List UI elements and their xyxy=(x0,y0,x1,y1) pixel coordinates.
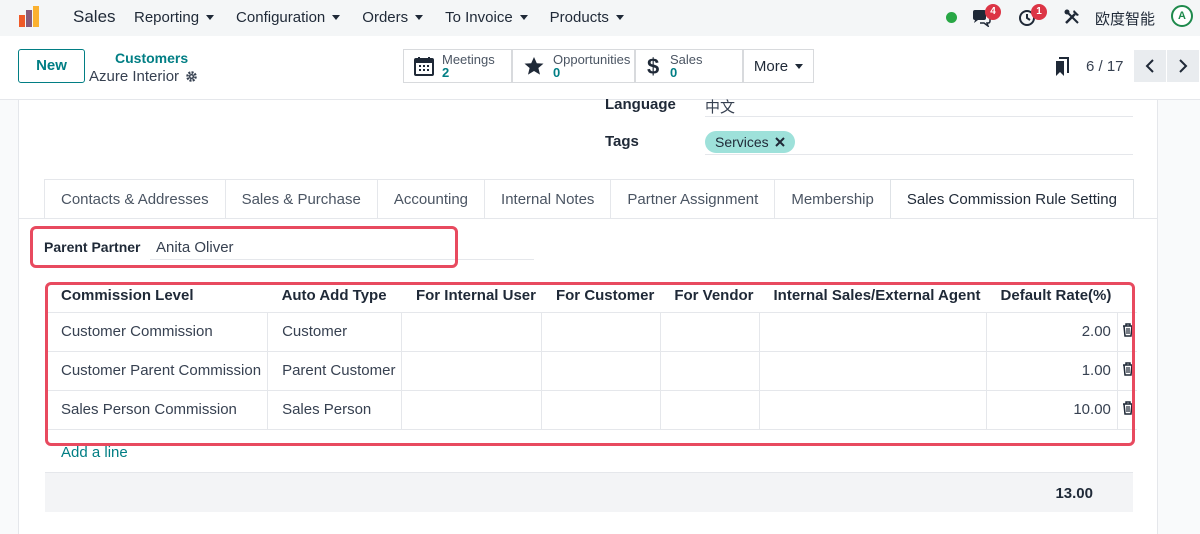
main-menu: Reporting Configuration Orders To Invoic… xyxy=(134,9,646,26)
company-name[interactable]: 欧度智能 xyxy=(1095,8,1155,29)
tab-internal-notes[interactable]: Internal Notes xyxy=(484,179,611,219)
menu-products[interactable]: Products xyxy=(550,9,624,26)
caret-down-icon xyxy=(332,15,341,20)
caret-down-icon xyxy=(795,63,804,69)
caret-down-icon xyxy=(615,15,624,20)
opportunities-button[interactable]: Opportunities 0 xyxy=(512,49,635,83)
top-navbar: Sales Reporting Configuration Orders To … xyxy=(0,0,1200,36)
record-name: Azure Interior xyxy=(89,68,180,85)
caret-down-icon xyxy=(519,15,528,20)
pager-value[interactable]: 6 / 17 xyxy=(1086,58,1124,75)
breadcrumb-customers[interactable]: Customers xyxy=(115,50,188,66)
online-status-dot xyxy=(946,12,957,23)
chevron-right-icon xyxy=(1179,59,1188,73)
gear-icon[interactable] xyxy=(185,70,198,83)
app-name[interactable]: Sales xyxy=(73,7,116,27)
stat-value: 0 xyxy=(670,65,678,80)
menu-label: Orders xyxy=(362,9,409,26)
more-button[interactable]: More xyxy=(743,49,814,83)
stat-label: Meetings xyxy=(442,52,495,67)
sales-button[interactable]: $ Sales 0 xyxy=(635,49,743,83)
pager-previous-button[interactable] xyxy=(1134,50,1166,82)
meetings-button[interactable]: Meetings 2 xyxy=(403,49,512,83)
bookmark-icon[interactable] xyxy=(1054,57,1070,77)
language-underline xyxy=(705,116,1133,117)
language-label: Language xyxy=(605,96,676,113)
stat-label: Opportunities xyxy=(553,52,631,67)
tab-contacts-addresses[interactable]: Contacts & Addresses xyxy=(44,179,225,219)
activities-badge: 1 xyxy=(1031,4,1047,20)
star-icon xyxy=(523,56,545,76)
tag-label: Services xyxy=(715,134,769,150)
tab-accounting[interactable]: Accounting xyxy=(376,179,485,219)
notebook-tabs: Contacts & Addresses Sales & Purchase Ac… xyxy=(44,179,1134,219)
add-a-line-link[interactable]: Add a line xyxy=(61,444,128,461)
language-field[interactable]: 中文 xyxy=(705,96,735,117)
calendar-icon xyxy=(414,56,434,76)
highlight-box-commission-table xyxy=(45,282,1135,446)
svg-text:$: $ xyxy=(647,54,659,78)
messages-badge: 4 xyxy=(985,4,1001,20)
tabs-divider xyxy=(18,218,1158,219)
tags-underline xyxy=(705,154,1133,155)
dollar-icon: $ xyxy=(646,54,662,78)
pager-next-button[interactable] xyxy=(1167,50,1199,82)
tag-services[interactable]: Services xyxy=(705,131,795,153)
tab-sales-commission-rule-setting[interactable]: Sales Commission Rule Setting xyxy=(889,179,1134,219)
stat-value: 2 xyxy=(442,65,450,80)
menu-to-invoice[interactable]: To Invoice xyxy=(445,9,528,26)
tab-membership[interactable]: Membership xyxy=(774,179,890,219)
stat-value: 0 xyxy=(553,65,561,80)
highlight-box-parent-partner xyxy=(30,226,458,268)
total-rate: 13.00 xyxy=(1055,485,1093,502)
chevron-left-icon xyxy=(1145,59,1154,73)
tags-label: Tags xyxy=(605,133,639,150)
menu-label: Configuration xyxy=(236,9,326,26)
new-button[interactable]: New xyxy=(18,49,85,83)
caret-down-icon xyxy=(415,15,424,20)
close-icon[interactable] xyxy=(774,137,785,147)
menu-label: To Invoice xyxy=(445,9,513,26)
menu-label: Products xyxy=(549,9,609,26)
user-avatar[interactable]: A xyxy=(1171,5,1193,27)
table-footer-total: 13.00 xyxy=(45,472,1133,512)
menu-reporting[interactable]: Reporting xyxy=(134,9,215,26)
breadcrumb-current: Azure Interior xyxy=(89,68,198,85)
tools-icon[interactable] xyxy=(1063,8,1081,26)
tab-sales-purchase[interactable]: Sales & Purchase xyxy=(224,179,377,219)
more-label: More xyxy=(753,57,789,75)
caret-down-icon xyxy=(206,15,215,20)
tab-partner-assignment[interactable]: Partner Assignment xyxy=(610,179,775,219)
sales-app-icon[interactable] xyxy=(17,5,41,29)
menu-orders[interactable]: Orders xyxy=(362,9,424,26)
menu-configuration[interactable]: Configuration xyxy=(236,9,341,26)
control-panel: New Customers Azure Interior Meetings 2 O… xyxy=(0,36,1200,100)
menu-label: Reporting xyxy=(134,9,200,26)
